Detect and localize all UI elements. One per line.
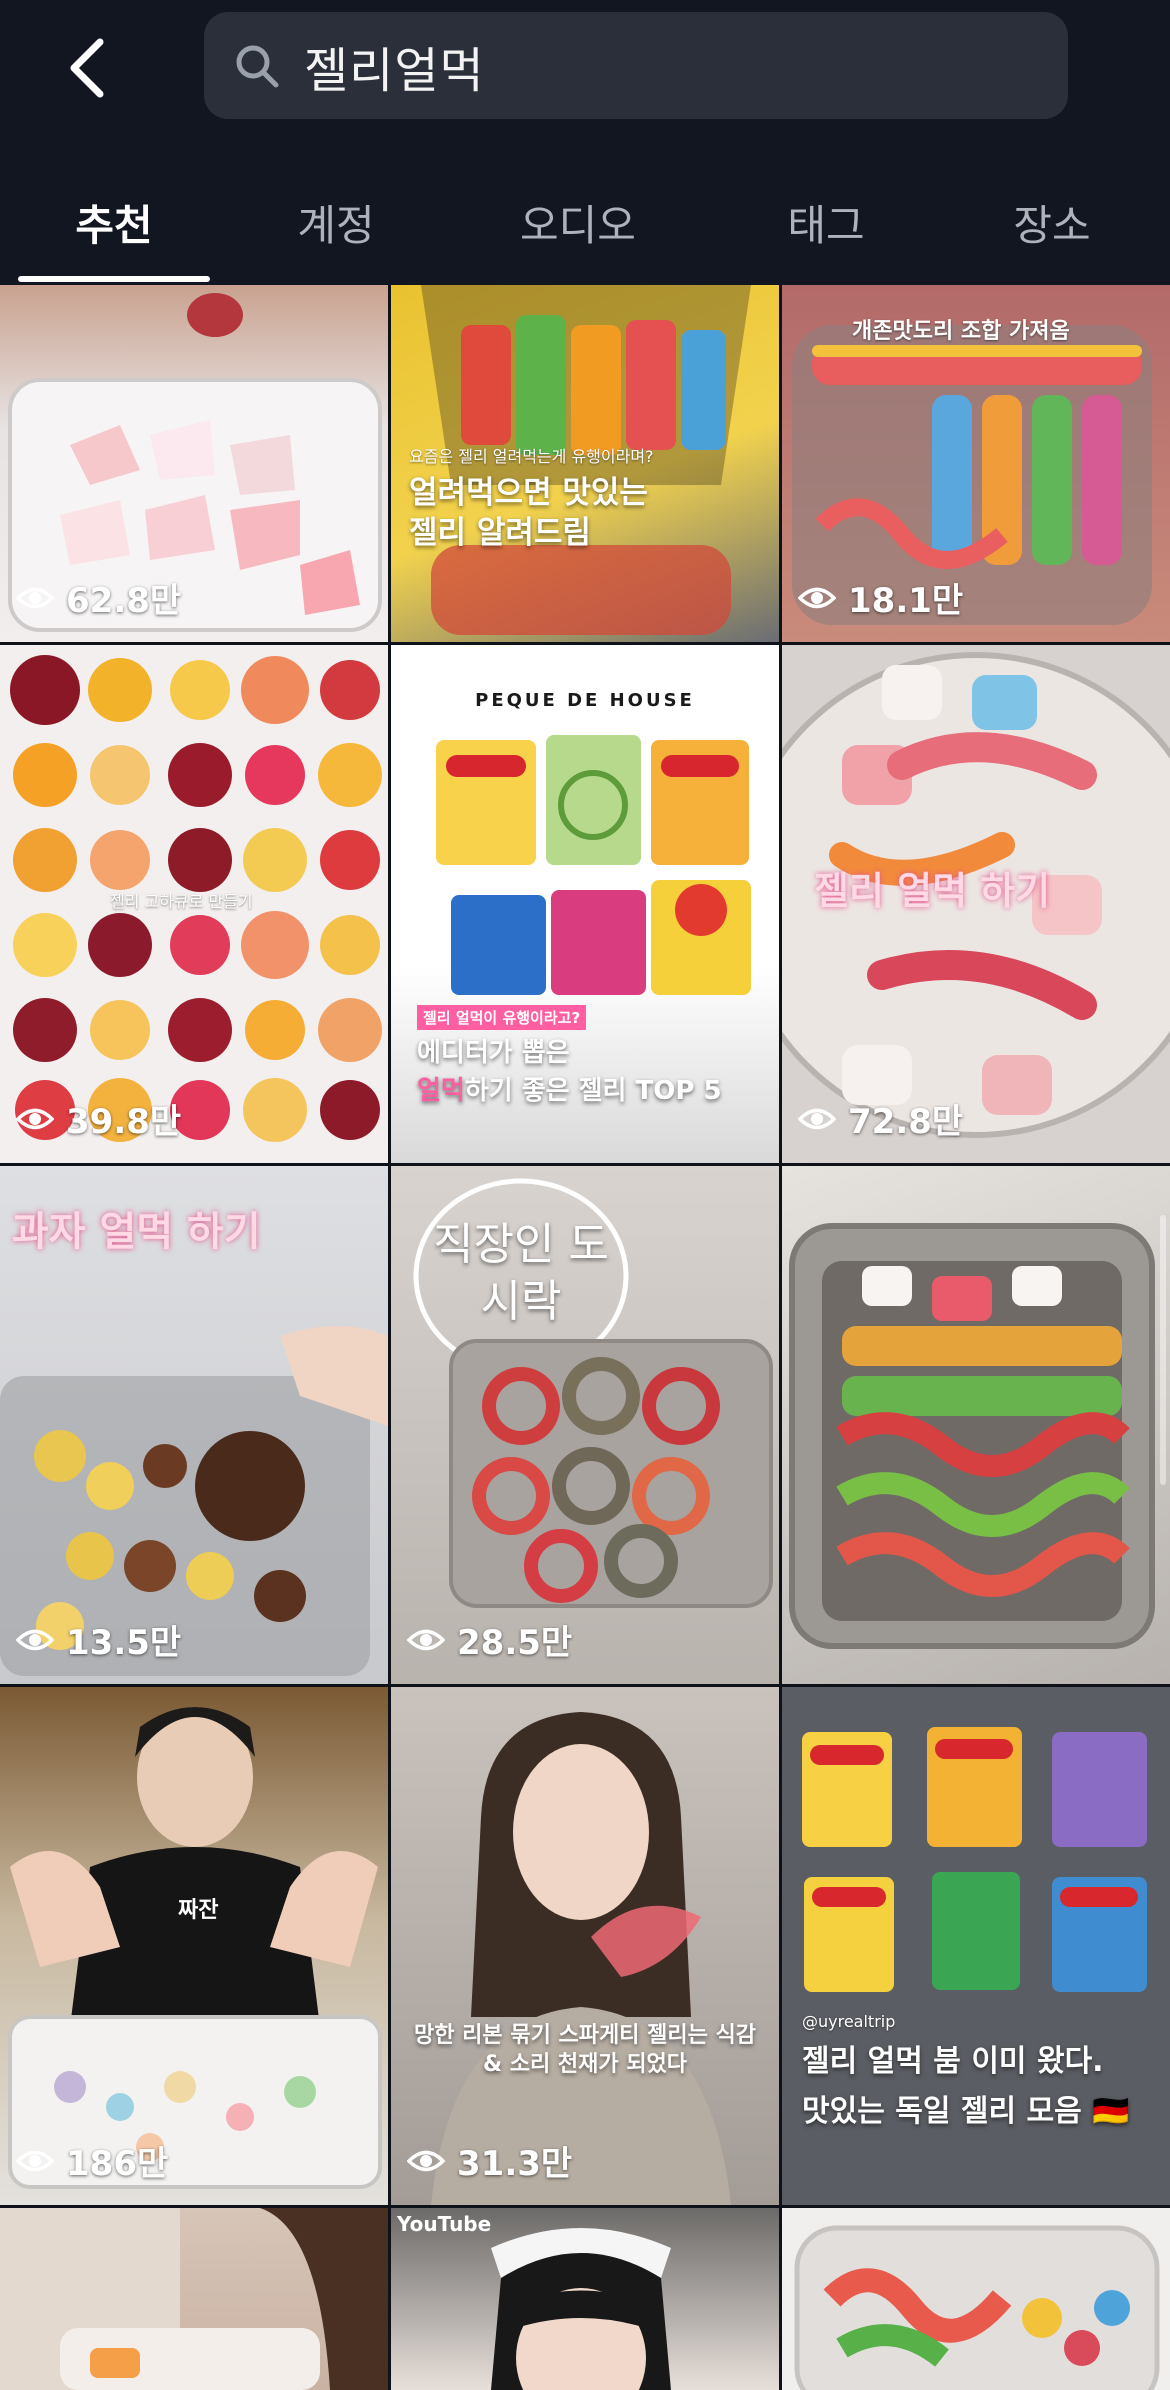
thumbnail-image [8,1707,382,2189]
video-tile-13[interactable] [0,2208,388,2390]
watermark: YouTube [397,2212,492,2236]
tag-label: 젤리 얼먹이 유행이라고? [417,1005,587,1030]
video-tile-7[interactable]: 과자 얼먹 하기 13.5만 [0,1166,388,1684]
thumbnail-image [431,1712,731,2205]
eye-icon [16,587,54,608]
eye-icon [16,1629,54,1650]
view-count: 13.5만 [16,1615,181,1664]
video-grid: 62.8만 요즘은 젤리 얼려먹는게 유행이라며? 얼려먹으면 맛있는 젤리 알… [0,285,1170,2390]
video-tile-14[interactable]: YouTube [391,2208,779,2390]
top-bar: 젤리얼먹 추천 계정 오디오 태그 장소 [0,0,1170,285]
scrollbar[interactable] [1160,1215,1166,1485]
video-tile-4[interactable]: 젤리 고하큐로 만들기 39.8만 [0,645,388,1163]
active-tab-indicator [18,276,210,282]
shirt-text: 짜잔 [178,1898,219,1923]
caption-small: 젤리 고하큐로 만들기 [110,892,253,911]
eye-icon [798,587,836,608]
video-tile-2[interactable]: 요즘은 젤리 얼려먹는게 유행이라며? 얼려먹으면 맛있는 젤리 알려드림 [391,285,779,642]
caption-small: 요즘은 젤리 얼려먹는게 유행이라며? [409,447,654,466]
caption-line-2: 얼먹하기 좋은 젤리 TOP 5 [417,1076,722,1106]
video-tile-10[interactable]: 짜잔 186만 [0,1687,388,2205]
tab-audio[interactable]: 오디오 [480,192,676,272]
caption-small: 개존맛도리 조합 가져옴 [852,319,1070,344]
search-query: 젤리얼먹 [304,42,485,99]
view-count: 28.5만 [407,1615,572,1664]
video-tile-1[interactable]: 62.8만 [0,285,388,642]
thumbnail-image [0,2208,388,2390]
search-icon [236,45,279,87]
caption: 젤리 얼먹 하기 [814,869,1051,913]
caption: 직장인 도시락 [433,1219,609,1328]
video-tile-9[interactable] [782,1166,1170,1684]
view-count: 39.8만 [16,1094,181,1143]
video-tile-6[interactable]: 젤리 얼먹 하기 72.8만 [782,645,1170,1163]
back-button[interactable] [52,24,122,112]
video-tile-3[interactable]: 개존맛도리 조합 가져옴 18.1만 [782,285,1170,642]
view-count: 72.8만 [798,1094,963,1143]
video-tile-8[interactable]: 직장인 도시락 28.5만 [391,1166,779,1684]
tab-tags[interactable]: 태그 [740,192,912,272]
eye-icon [798,1108,836,1129]
search-input[interactable]: 젤리얼먹 [204,12,1068,119]
eye-icon [16,2150,54,2171]
account-handle: @uyrealtrip [802,2012,896,2031]
eye-icon [407,2150,445,2171]
view-count: 31.3만 [407,2136,572,2185]
caption: 젤리 얼먹 붐 이미 왔다. 맛있는 독일 젤리 모음 🇩🇪 [802,2044,1130,2129]
chevron-left-icon [70,38,104,98]
thumbnail-image [789,1223,1155,1649]
eye-icon [16,1108,54,1129]
view-count: 18.1만 [798,573,963,622]
video-tile-12[interactable]: @uyrealtrip 젤리 얼먹 붐 이미 왔다. 맛있는 독일 젤리 모음 … [782,1687,1170,2205]
tab-places[interactable]: 장소 [966,192,1138,272]
thumbnail-image [794,2225,1160,2390]
eye-icon [407,1629,445,1650]
tab-bar: 추천 계정 오디오 태그 장소 [0,178,1170,285]
video-tile-15[interactable] [782,2208,1170,2390]
view-count: 186만 [16,2136,168,2185]
caption: 망한 리본 묶기 스파게티 젤리는 식감 & 소리 천재가 되었다 [414,2023,756,2077]
view-count: 62.8만 [16,573,181,622]
caption-line-1: 에디터가 뽑은 [417,1038,570,1068]
video-tile-11[interactable]: 망한 리본 묶기 스파게티 젤리는 식감 & 소리 천재가 되었다 31.3만 [391,1687,779,2205]
video-tile-5[interactable]: PEQUE DE HOUSE 젤리 얼먹이 유행이라고? 에디터가 뽑은 얼먹하… [391,645,779,1163]
tab-accounts[interactable]: 계정 [250,192,422,272]
tab-recommended[interactable]: 추천 [18,192,210,272]
caption: 얼려먹으면 맛있는 젤리 알려드림 [409,475,648,552]
caption: 과자 얼먹 하기 [12,1209,261,1255]
